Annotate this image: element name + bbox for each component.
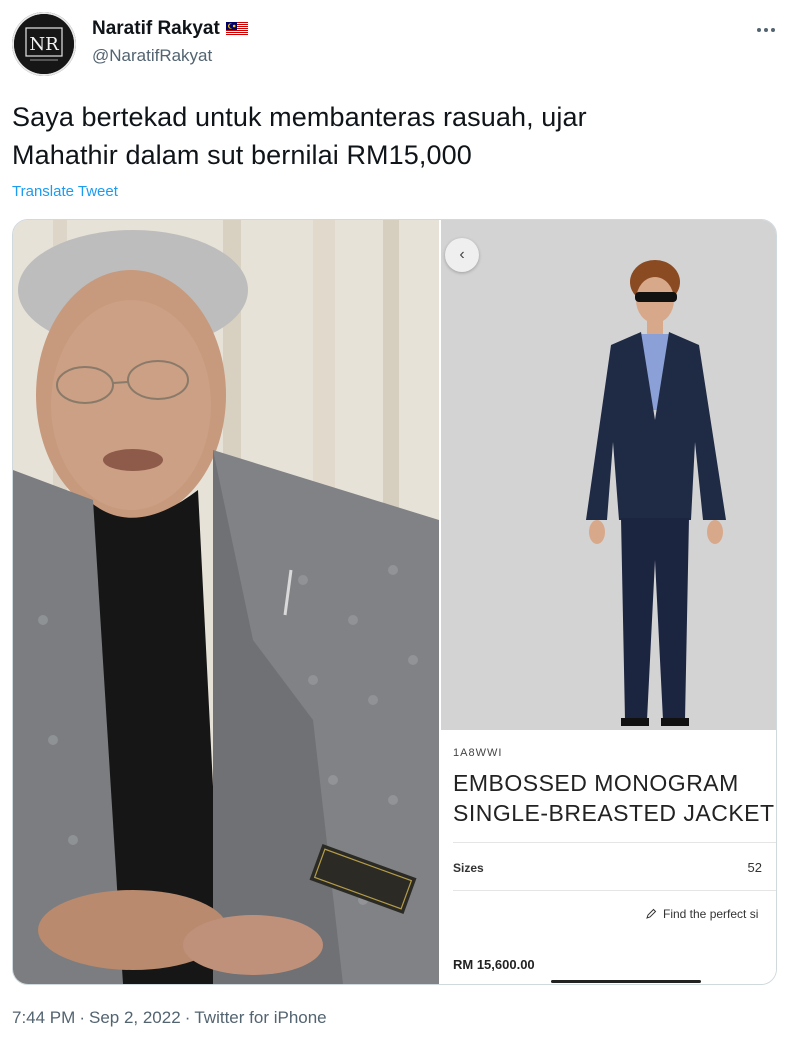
separator: · [184, 1008, 191, 1027]
author-name-row[interactable]: Naratif Rakyat [92, 18, 248, 40]
product-photo[interactable]: ‹ [441, 220, 776, 730]
avatar[interactable]: NR [12, 12, 76, 76]
scroll-indicator [551, 980, 701, 983]
author-handle[interactable]: @NaratifRakyat [92, 46, 212, 66]
divider [453, 842, 776, 843]
product-sku: 1A8WWI [453, 747, 503, 759]
divider [453, 890, 776, 891]
author-name[interactable]: Naratif Rakyat [92, 18, 220, 40]
more-options-icon[interactable] [752, 20, 780, 40]
tweet-text: Saya bertekad untuk membanteras rasuah, … [12, 98, 732, 174]
size-value[interactable]: 52 [748, 860, 762, 875]
sizes-label: Sizes [453, 861, 484, 875]
tweet-media[interactable]: ‹ 1A8WWI EMBOSSED MONOGRAM SINGLE-BREAST… [12, 219, 777, 985]
tweet-text-line-2: Mahathir dalam sut bernilai RM15,000 [12, 140, 472, 170]
product-price: RM 15,600.00 [453, 957, 535, 972]
find-fit-label: Find the perfect si [663, 907, 759, 921]
separator: · [79, 1008, 85, 1027]
tweet-date[interactable]: Sep 2, 2022 [89, 1008, 181, 1028]
tweet-time[interactable]: 7:44 PM [12, 1008, 75, 1028]
chevron-left-icon[interactable]: ‹ [445, 238, 479, 272]
product-page[interactable]: ‹ 1A8WWI EMBOSSED MONOGRAM SINGLE-BREAST… [441, 220, 776, 984]
malaysia-flag-icon [225, 22, 248, 36]
tweet-client[interactable]: Twitter for iPhone [194, 1008, 326, 1028]
photo-man-in-grey-suit[interactable] [13, 220, 439, 984]
product-title-line-2: SINGLE-BREASTED JACKET [453, 800, 775, 826]
model-in-navy-suit [441, 220, 776, 730]
tweet-text-line-1: Saya bertekad untuk membanteras rasuah, … [12, 102, 587, 132]
tweet-metadata: 7:44 PM · Sep 2, 2022 · Twitter for iPho… [12, 1008, 327, 1028]
product-title: EMBOSSED MONOGRAM SINGLE-BREASTED JACKET [453, 768, 776, 828]
find-fit-link[interactable]: Find the perfect si [645, 907, 758, 921]
naratif-rakyat-logo: NR [14, 14, 74, 74]
svg-text:NR: NR [29, 34, 59, 55]
translate-tweet-link[interactable]: Translate Tweet [12, 183, 118, 200]
product-title-line-1: EMBOSSED MONOGRAM [453, 770, 739, 796]
pencil-icon [646, 908, 657, 919]
portrait-illustration [13, 220, 439, 984]
